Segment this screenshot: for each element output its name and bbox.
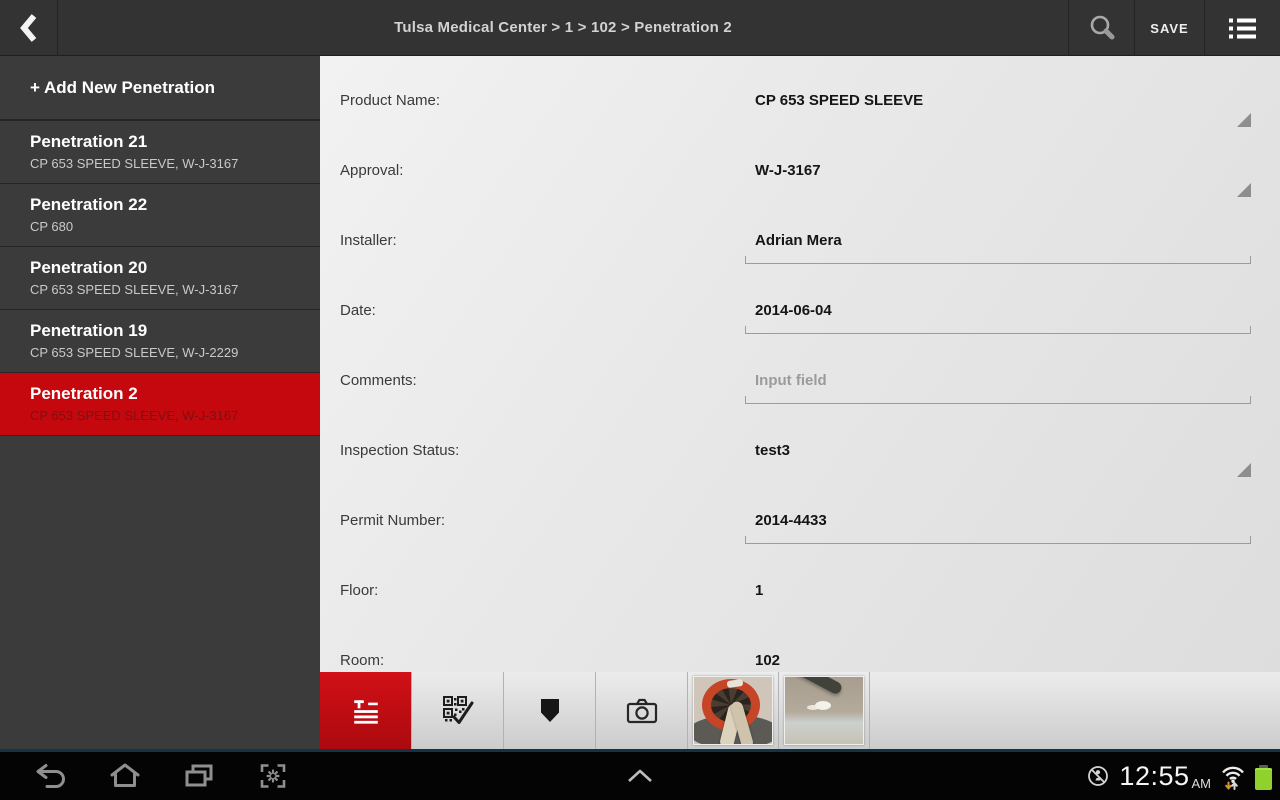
save-button[interactable]: SAVE <box>1134 0 1204 56</box>
penetration-sidebar: + Add New Penetration Penetration 21 CP … <box>0 56 320 749</box>
field-label: Date: <box>340 302 376 319</box>
penetration-subtitle: CP 653 SPEED SLEEVE, W-J-2229 <box>30 345 239 360</box>
camera-button[interactable] <box>596 672 688 749</box>
nav-back-icon <box>36 764 65 788</box>
penetration-subtitle: CP 653 SPEED SLEEVE, W-J-3167 <box>30 156 239 171</box>
tray-expand-chevron-icon <box>628 769 652 782</box>
field-label: Installer: <box>340 232 397 249</box>
penetration-form: Product Name: CP 653 SPEED SLEEVE Approv… <box>320 56 1280 672</box>
nav-recents-button[interactable] <box>162 752 236 800</box>
field-label: Room: <box>340 652 385 669</box>
form-row-inspection-status: Inspection Status: test3 <box>320 422 1280 492</box>
nav-recents-icon <box>185 764 213 787</box>
field-label: Inspection Status: <box>340 442 460 459</box>
field-approval[interactable]: W-J-3167 <box>745 162 1251 197</box>
penetration-subtitle: CP 680 <box>30 219 74 234</box>
field-label: Approval: <box>340 162 404 179</box>
form-list-icon <box>353 699 378 724</box>
qr-scan-button[interactable] <box>412 672 504 749</box>
field-label: Permit Number: <box>340 512 446 529</box>
nav-home-button[interactable] <box>88 752 162 800</box>
field-inspection-status[interactable]: test3 <box>745 442 1251 477</box>
field-value: 2014-06-04 <box>755 302 832 319</box>
penetration-title: Penetration 2 <box>30 384 138 403</box>
app-screen: Tulsa Medical Center > 1 > 102 > Penetra… <box>0 0 1280 800</box>
field-value: CP 653 SPEED SLEEVE <box>755 92 924 109</box>
field-value: 1 <box>755 582 764 599</box>
status-tray: 12:55 AM <box>1086 752 1272 800</box>
blocking-mode-icon <box>1088 766 1109 786</box>
battery-icon <box>1255 764 1272 790</box>
bottom-toolbar <box>320 672 1280 749</box>
penetration-subtitle: CP 653 SPEED SLEEVE, W-J-3167 <box>30 408 239 423</box>
field-product-name[interactable]: CP 653 SPEED SLEEVE <box>745 92 1251 127</box>
system-nav-bar: 12:55 AM <box>0 752 1280 800</box>
form-row-room: Room: 102 <box>320 632 1280 672</box>
nav-screenshot-icon <box>260 764 286 788</box>
form-row-comments: Comments: Input field <box>320 352 1280 422</box>
field-label: Floor: <box>340 582 379 599</box>
penetration-subtitle: CP 653 SPEED SLEEVE, W-J-3167 <box>30 282 239 297</box>
form-row-date: Date: 2014-06-04 <box>320 282 1280 352</box>
breadcrumb: Tulsa Medical Center > 1 > 102 > Penetra… <box>394 19 732 36</box>
dropdown-corner-icon <box>1237 113 1251 127</box>
dropdown-corner-icon <box>1237 183 1251 197</box>
form-row-installer: Installer: Adrian Mera <box>320 212 1280 282</box>
shield-tab-button[interactable] <box>504 672 596 749</box>
dropdown-corner-icon <box>1237 463 1251 477</box>
field-value: Adrian Mera <box>755 232 842 249</box>
back-button[interactable] <box>0 0 58 56</box>
penetration-title: Penetration 21 <box>30 132 148 151</box>
penetration-title: Penetration 22 <box>30 195 148 214</box>
nav-home-icon <box>110 763 140 787</box>
list-menu-icon <box>1229 18 1256 38</box>
nav-screenshot-button[interactable] <box>236 752 310 800</box>
field-value: 102 <box>755 652 781 669</box>
penetration-list-item[interactable]: Penetration 22 CP 680 <box>0 184 320 247</box>
qr-check-icon <box>442 695 473 724</box>
penetration-title: Penetration 20 <box>30 258 148 277</box>
field-label: Comments: <box>340 372 417 389</box>
photo-thumbnail-speed-sleeve[interactable] <box>688 672 779 749</box>
field-value: test3 <box>755 442 791 459</box>
penetration-list: Penetration 21 CP 653 SPEED SLEEVE, W-J-… <box>0 121 320 436</box>
field-permit-number[interactable]: 2014-4433 <box>745 512 1251 544</box>
penetration-list-item[interactable]: Penetration 20 CP 653 SPEED SLEEVE, W-J-… <box>0 247 320 310</box>
menu-button[interactable] <box>1204 0 1280 56</box>
nav-back-button[interactable] <box>14 752 88 800</box>
clock: 12:55 AM <box>1119 760 1211 792</box>
field-installer[interactable]: Adrian Mera <box>745 232 1251 264</box>
wifi-icon <box>1222 766 1244 790</box>
form-row-permit-number: Permit Number: 2014-4433 <box>320 492 1280 562</box>
field-value: Input field <box>755 372 827 389</box>
photo-speed-sleeve-image <box>693 676 773 745</box>
camera-icon <box>626 698 657 723</box>
add-new-penetration-button[interactable]: + Add New Penetration <box>0 56 320 121</box>
form-row-floor: Floor: 1 <box>320 562 1280 632</box>
form-row-product-name: Product Name: CP 653 SPEED SLEEVE <box>320 72 1280 142</box>
field-value: W-J-3167 <box>755 162 821 179</box>
field-comments[interactable]: Input field <box>745 372 1251 404</box>
penetration-list-item[interactable]: Penetration 21 CP 653 SPEED SLEEVE, W-J-… <box>0 121 320 184</box>
details-tab-button[interactable] <box>320 672 412 749</box>
toolbar-filler <box>870 672 1280 749</box>
back-chevron-icon <box>19 14 36 42</box>
field-value: 2014-4433 <box>755 512 827 529</box>
field-label: Product Name: <box>340 92 441 109</box>
field-floor: 1 <box>745 582 1251 604</box>
search-icon <box>1090 15 1114 40</box>
photo-thumbnail-floor-cable[interactable] <box>779 672 870 749</box>
field-date[interactable]: 2014-06-04 <box>745 302 1251 334</box>
form-row-approval: Approval: W-J-3167 <box>320 142 1280 212</box>
penetration-list-item[interactable]: Penetration 2 CP 653 SPEED SLEEVE, W-J-3… <box>0 373 320 436</box>
photo-floor-cable-image <box>784 676 864 745</box>
penetration-title: Penetration 19 <box>30 321 148 340</box>
shield-icon <box>540 698 559 722</box>
top-bar: Tulsa Medical Center > 1 > 102 > Penetra… <box>0 0 1280 56</box>
field-room: 102 <box>745 652 1251 672</box>
search-button[interactable] <box>1068 0 1134 56</box>
penetration-list-item[interactable]: Penetration 19 CP 653 SPEED SLEEVE, W-J-… <box>0 310 320 373</box>
